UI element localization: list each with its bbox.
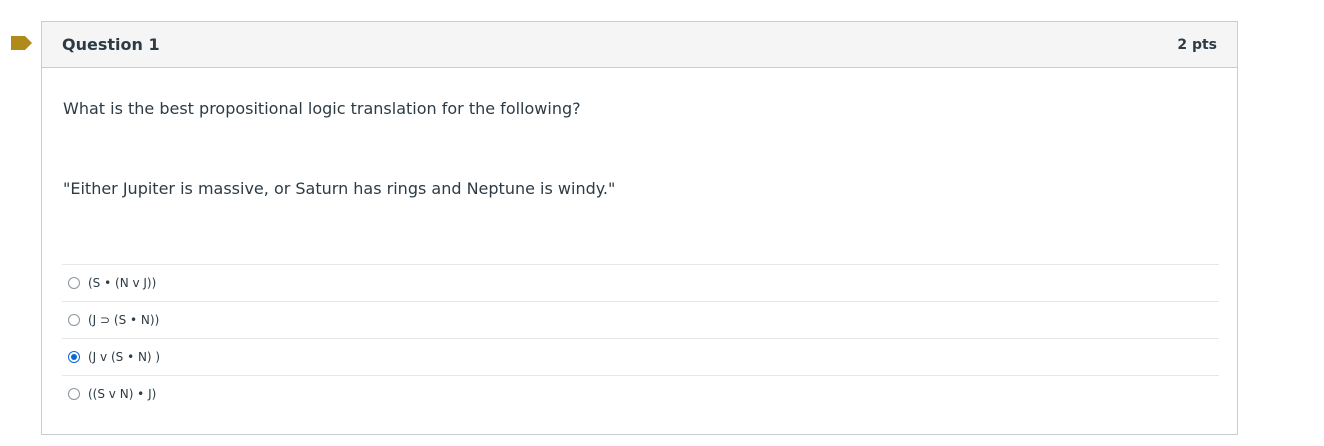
flag-icon[interactable] [11,35,33,51]
question-title: Question 1 [62,35,160,54]
radio-button[interactable] [68,314,80,326]
question-header: Question 1 2 pts [42,22,1237,68]
radio-button-selected[interactable] [68,351,80,363]
answer-list: (S • (N v J)) (J ⊃ (S • N)) (J v (S • N)… [62,264,1219,412]
question-text: What is the best propositional logic tra… [63,99,581,118]
question-quote: "Either Jupiter is massive, or Saturn ha… [63,179,616,198]
answer-option[interactable]: (J ⊃ (S • N)) [62,301,1219,338]
question-points: 2 pts [1177,36,1217,53]
radio-button[interactable] [68,277,80,289]
answer-option[interactable]: (J v (S • N) ) [62,338,1219,375]
answer-label[interactable]: (J ⊃ (S • N)) [88,313,159,327]
radio-button[interactable] [68,388,80,400]
answer-option[interactable]: ((S v N) • J) [62,375,1219,412]
answer-label[interactable]: (S • (N v J)) [88,276,156,290]
answer-label[interactable]: ((S v N) • J) [88,387,156,401]
answer-label[interactable]: (J v (S • N) ) [88,350,160,364]
answer-option[interactable]: (S • (N v J)) [62,264,1219,301]
question-card: Question 1 2 pts What is the best propos… [41,21,1238,435]
